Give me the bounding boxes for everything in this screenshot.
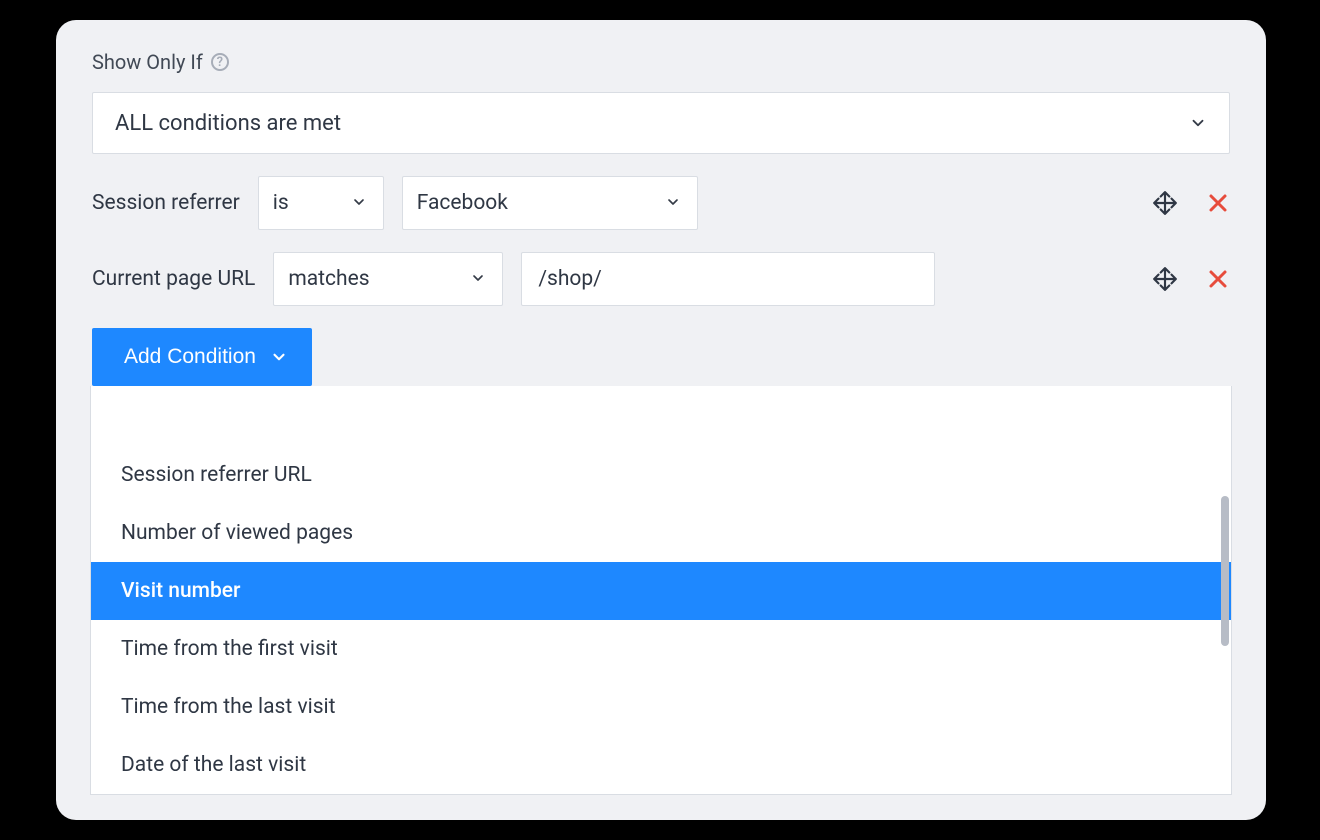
row-actions bbox=[1152, 266, 1230, 292]
operator-value: matches bbox=[288, 267, 369, 291]
value-input[interactable]: /shop/ bbox=[521, 252, 935, 306]
close-icon[interactable] bbox=[1206, 267, 1230, 291]
condition-row: Current page URL matches /shop/ bbox=[92, 252, 1230, 306]
mode-select-value: ALL conditions are met bbox=[115, 111, 341, 136]
operator-select[interactable]: matches bbox=[273, 252, 503, 306]
condition-label: Session referrer bbox=[92, 191, 240, 215]
add-condition-wrap: Add Condition Session referrer URLNumber… bbox=[92, 328, 1230, 386]
condition-label: Current page URL bbox=[92, 267, 255, 291]
menu-item[interactable]: Session referrer URL bbox=[91, 446, 1231, 504]
scrollbar-thumb[interactable] bbox=[1221, 496, 1229, 646]
menu-item[interactable]: Number of viewed pages bbox=[91, 504, 1231, 562]
chevron-down-icon bbox=[470, 270, 488, 288]
operator-select[interactable]: is bbox=[258, 176, 384, 230]
mode-select[interactable]: ALL conditions are met bbox=[92, 92, 1230, 154]
section-title-row: Show Only If ? bbox=[92, 50, 1230, 74]
chevron-down-icon bbox=[351, 194, 369, 212]
menu-item[interactable]: Time from the last visit bbox=[91, 678, 1231, 736]
help-circle-icon[interactable]: ? bbox=[211, 53, 229, 71]
move-icon[interactable] bbox=[1152, 190, 1178, 216]
menu-item[interactable]: Visit number bbox=[91, 562, 1231, 620]
add-condition-menu[interactable]: Session referrer URLNumber of viewed pag… bbox=[90, 386, 1232, 795]
chevron-down-icon bbox=[1189, 114, 1207, 132]
close-icon[interactable] bbox=[1206, 191, 1230, 215]
menu-spacer bbox=[91, 386, 1231, 446]
conditions-panel: Show Only If ? ALL conditions are met Se… bbox=[56, 20, 1266, 820]
value-text: Facebook bbox=[417, 191, 508, 215]
chevron-down-icon bbox=[665, 194, 683, 212]
value-select[interactable]: Facebook bbox=[402, 176, 698, 230]
move-icon[interactable] bbox=[1152, 266, 1178, 292]
value-text: /shop/ bbox=[538, 267, 602, 291]
add-condition-button[interactable]: Add Condition bbox=[92, 328, 312, 386]
chevron-down-icon bbox=[270, 348, 288, 366]
section-title: Show Only If bbox=[92, 50, 203, 74]
row-actions bbox=[1152, 190, 1230, 216]
menu-item[interactable]: Date of the last visit bbox=[91, 736, 1231, 794]
operator-value: is bbox=[273, 191, 289, 215]
add-condition-label: Add Condition bbox=[124, 345, 256, 369]
condition-row: Session referrer is Facebook bbox=[92, 176, 1230, 230]
menu-item[interactable]: Time from the first visit bbox=[91, 620, 1231, 678]
